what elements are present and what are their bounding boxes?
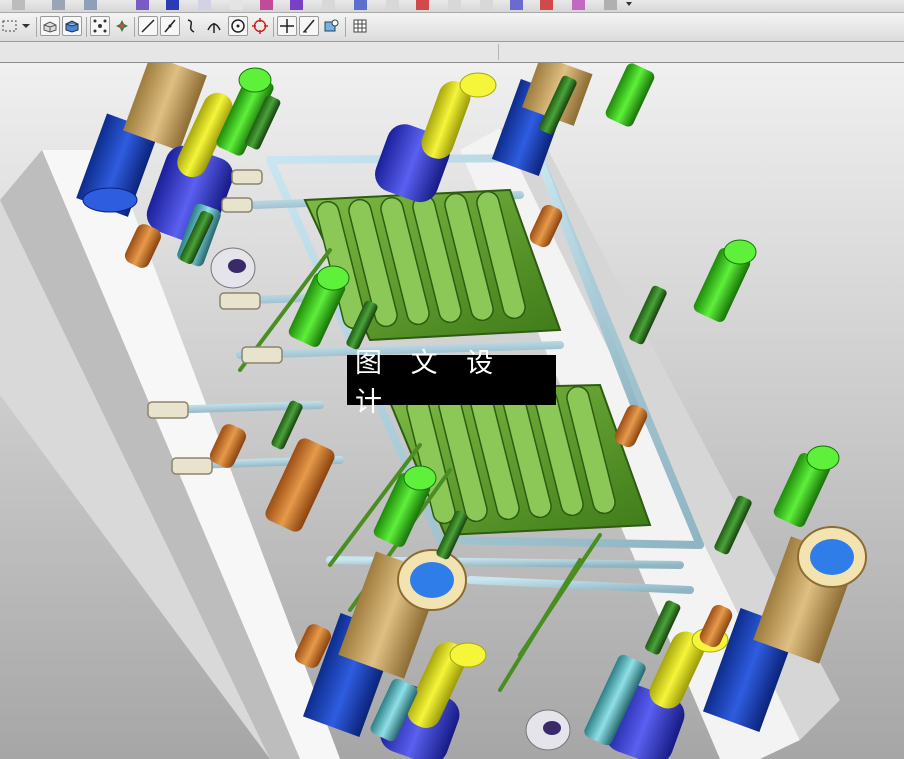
toolbar-row-partial <box>0 0 904 13</box>
toolbar-main <box>0 13 904 42</box>
dropdown-arrow-icon[interactable] <box>20 16 32 36</box>
diagonal-line-icon[interactable] <box>160 16 180 36</box>
box-shaded-icon[interactable] <box>62 16 82 36</box>
angle-line-icon[interactable] <box>299 16 319 36</box>
toolbar-separator <box>345 17 346 37</box>
toolbar-partial-icon[interactable] <box>604 0 617 10</box>
box-wireframe-icon[interactable] <box>40 16 60 36</box>
toolbar-partial-icon[interactable] <box>540 0 553 10</box>
watermark-label: 图 文 设 计 <box>347 348 556 418</box>
toolbar-partial-icon[interactable] <box>12 0 25 10</box>
crosshair-icon[interactable] <box>277 16 297 36</box>
intersection-icon[interactable] <box>204 16 224 36</box>
toolbar-partial-icon[interactable] <box>448 0 461 10</box>
toolbar-partial-icon[interactable] <box>84 0 97 10</box>
toolbar-partial-icon[interactable] <box>322 0 335 10</box>
snap-points-icon[interactable] <box>90 16 110 36</box>
toolbar-partial-icon[interactable] <box>290 0 303 10</box>
point-view-icon[interactable] <box>321 16 341 36</box>
circle-target-icon[interactable] <box>250 16 270 36</box>
snap-grid-icon[interactable] <box>112 16 132 36</box>
rectangle-select-icon[interactable] <box>0 16 20 36</box>
circle-center-icon[interactable] <box>228 16 248 36</box>
toolbar-partial-dropdown-icon[interactable] <box>626 2 632 6</box>
toolbar-partial-icon[interactable] <box>480 0 493 10</box>
toolbar-partial-icon[interactable] <box>416 0 429 10</box>
toolbar-separator <box>134 17 135 37</box>
toolbar-separator <box>36 17 37 37</box>
toolbar-partial-icon[interactable] <box>198 0 211 10</box>
toolbar-partial-icon[interactable] <box>166 0 179 10</box>
cad-viewport[interactable]: 图 文 设 计 <box>0 63 904 759</box>
toolbar-partial-icon[interactable] <box>136 0 149 10</box>
toolbar-partial-icon[interactable] <box>52 0 65 10</box>
spline-icon[interactable] <box>182 16 202 36</box>
toolbar-partial-icon[interactable] <box>386 0 399 10</box>
toolbar-partial-icon[interactable] <box>230 0 243 10</box>
toolbar-partial-icon[interactable] <box>510 0 523 10</box>
toolbar-separator <box>273 17 274 37</box>
toolbar-partial-icon[interactable] <box>260 0 273 10</box>
toolbar-partial-icon[interactable] <box>354 0 367 10</box>
line-icon[interactable] <box>138 16 158 36</box>
toolbar-separator <box>86 17 87 37</box>
toolbar-partial-icon[interactable] <box>572 0 585 10</box>
toolbar-divider <box>498 44 499 60</box>
toolbar-empty-strip <box>0 42 904 63</box>
table-icon[interactable] <box>350 16 370 36</box>
